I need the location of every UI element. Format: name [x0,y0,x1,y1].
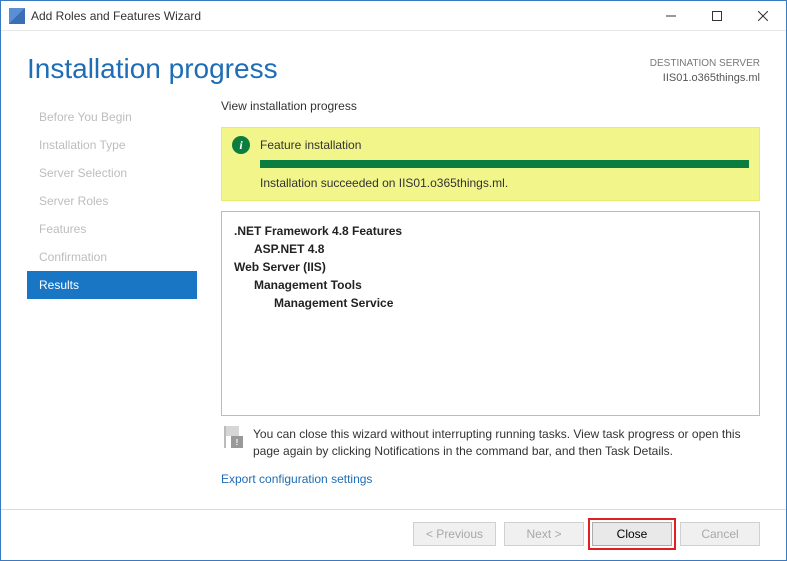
progress-bar [260,160,749,168]
cancel-button: Cancel [680,522,760,546]
banner-message: Installation succeeded on IIS01.o365thin… [260,176,749,190]
notice-text: You can close this wizard without interr… [253,426,760,460]
header: Installation progress DESTINATION SERVER… [1,31,786,93]
minimize-button[interactable] [648,1,694,30]
sidebar-item-server-selection: Server Selection [27,159,197,187]
features-list: .NET Framework 4.8 FeaturesASP.NET 4.8We… [221,211,760,416]
sidebar-item-results[interactable]: Results [27,271,197,299]
window-controls [648,1,786,30]
feature-node: Management Service [274,294,747,312]
next-button: Next > [504,522,584,546]
feature-node: .NET Framework 4.8 Features [234,222,747,240]
info-icon: i [232,136,250,154]
main-panel: View installation progress i Feature ins… [197,99,760,486]
feature-node: Web Server (IIS) [234,258,747,276]
notice-row: ! You can close this wizard without inte… [221,416,760,466]
sub-heading: View installation progress [221,99,760,113]
content: Before You BeginInstallation TypeServer … [1,93,786,486]
close-window-button[interactable] [740,1,786,30]
app-icon [9,8,25,24]
wizard-sidebar: Before You BeginInstallation TypeServer … [27,99,197,486]
export-settings-link[interactable]: Export configuration settings [221,466,760,486]
destination-block: DESTINATION SERVER IIS01.o365things.ml [650,53,760,85]
sidebar-item-before-you-begin: Before You Begin [27,103,197,131]
sidebar-item-installation-type: Installation Type [27,131,197,159]
previous-button: < Previous [413,522,496,546]
sidebar-item-confirmation: Confirmation [27,243,197,271]
feature-node: ASP.NET 4.8 [254,240,747,258]
sidebar-item-features: Features [27,215,197,243]
close-button[interactable]: Close [592,522,672,546]
banner-title: Feature installation [260,138,361,152]
flag-icon: ! [221,426,243,448]
destination-label: DESTINATION SERVER [650,57,760,71]
feature-node: Management Tools [254,276,747,294]
notification-badge-icon: ! [231,436,243,448]
page-title: Installation progress [27,53,650,85]
sidebar-item-server-roles: Server Roles [27,187,197,215]
window-title: Add Roles and Features Wizard [31,9,648,23]
destination-server: IIS01.o365things.ml [650,71,760,86]
maximize-button[interactable] [694,1,740,30]
titlebar: Add Roles and Features Wizard [1,1,786,31]
button-bar: < Previous Next > Close Cancel [1,509,786,560]
status-banner: i Feature installation Installation succ… [221,127,760,201]
